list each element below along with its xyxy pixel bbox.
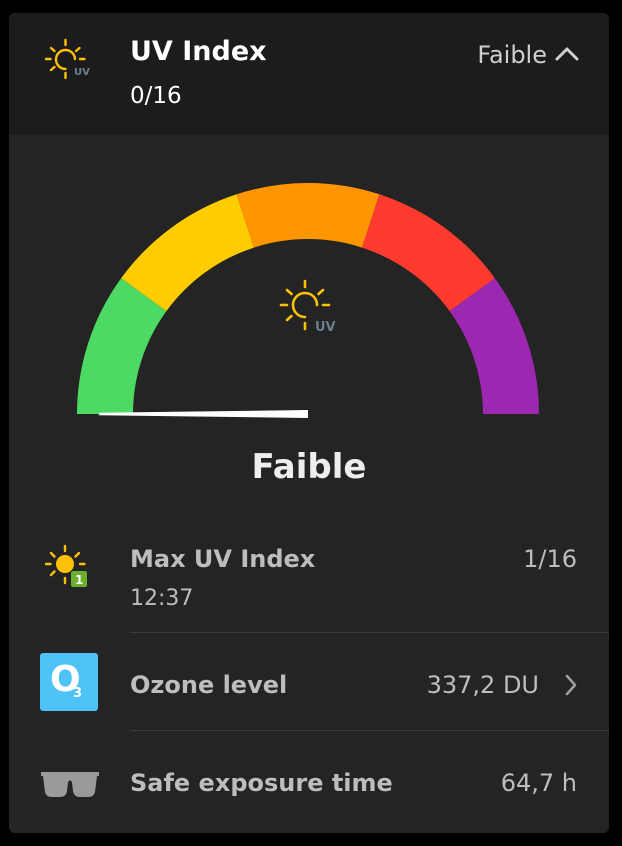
ozone-icon-subscript: 3: [73, 686, 83, 701]
chevron-up-icon[interactable]: [553, 43, 581, 65]
sunglasses-icon: [41, 772, 99, 797]
ozone-value: 337,2 DU: [426, 671, 539, 699]
card-title: UV Index: [130, 36, 267, 67]
max-uv-badge: 1: [75, 573, 83, 587]
exposure-value: 64,7 h: [500, 769, 577, 797]
max-uv-label: Max UV Index: [130, 545, 316, 573]
uv-gauge: UV: [77, 182, 539, 418]
gauge-segment: [236, 182, 380, 248]
uv-sun-icon: UV: [279, 279, 336, 335]
uv-sun-icon: UV: [45, 38, 90, 80]
uv-current-value: 0/16: [130, 83, 182, 109]
uv-index-card: UV UV Index 0/16 Faible UV Faible 1 Max …: [9, 13, 609, 833]
divider: [130, 632, 609, 633]
chevron-right-icon[interactable]: [563, 673, 579, 697]
max-uv-value: 1/16: [523, 545, 577, 573]
divider: [130, 730, 609, 731]
gauge-segments: [77, 182, 539, 414]
svg-text:UV: UV: [74, 67, 90, 78]
ozone-icon: O 3: [40, 653, 98, 711]
uv-icon-label: UV: [315, 320, 336, 335]
sun-badge-icon: 1: [45, 544, 87, 587]
card-header[interactable]: UV UV Index 0/16 Faible: [9, 13, 609, 135]
uv-status-text: Faible: [477, 41, 547, 69]
ozone-label: Ozone level: [130, 671, 288, 699]
exposure-label: Safe exposure time: [130, 769, 393, 797]
max-uv-time: 12:37: [130, 586, 194, 611]
gauge-status-label: Faible: [251, 447, 367, 487]
